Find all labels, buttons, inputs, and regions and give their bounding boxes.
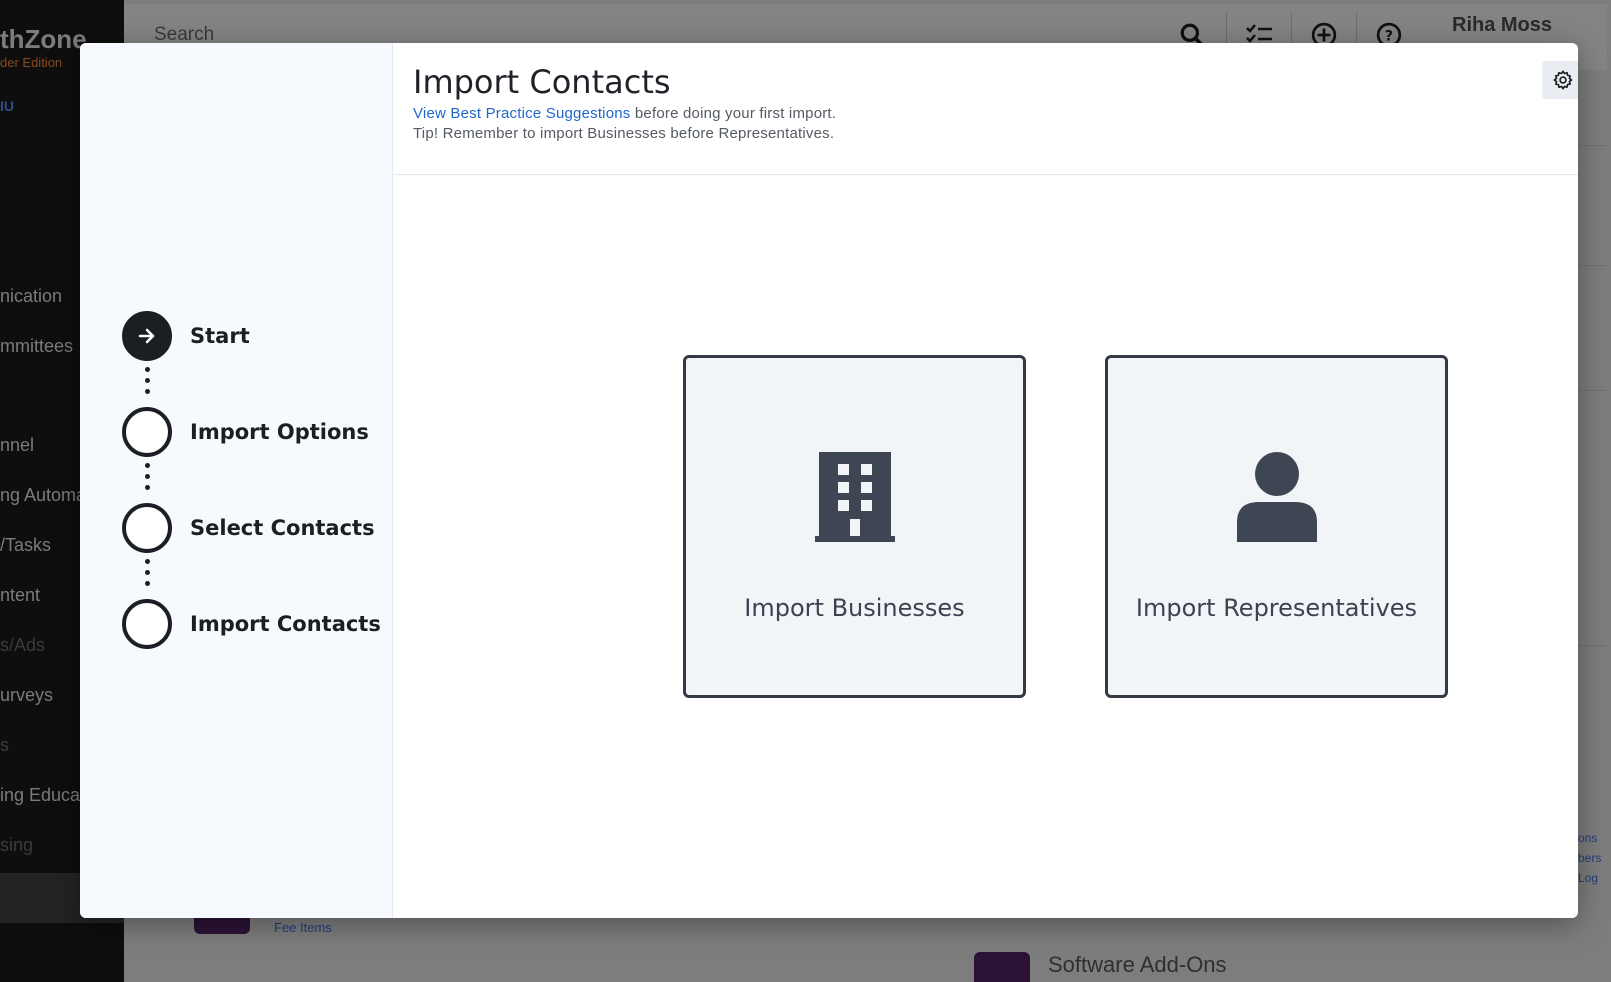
- side-link[interactable]: Log: [1578, 868, 1601, 888]
- step-circle-icon: [122, 503, 172, 553]
- sidebar-item[interactable]: nication: [0, 286, 62, 307]
- step-label: Start: [190, 324, 250, 348]
- steps-panel: Start Import Options Select Contacts Imp…: [80, 43, 393, 918]
- divider: [1578, 645, 1606, 646]
- sidebar-item[interactable]: sing: [0, 835, 33, 856]
- import-businesses-button[interactable]: Import Businesses: [683, 355, 1026, 698]
- app-logo: thZone: [0, 24, 87, 54]
- import-representatives-button[interactable]: Import Representatives: [1105, 355, 1448, 698]
- step-label: Select Contacts: [190, 516, 375, 540]
- import-businesses-label: Import Businesses: [744, 594, 965, 622]
- step-circle-icon: [122, 599, 172, 649]
- divider: [1578, 145, 1606, 146]
- user-name[interactable]: Riha Moss: [1452, 14, 1552, 37]
- person-icon: [1236, 450, 1317, 547]
- best-practice-link[interactable]: View Best Practice Suggestions: [413, 105, 631, 122]
- sidebar-item[interactable]: /Tasks: [0, 535, 51, 556]
- step-label: Import Contacts: [190, 612, 381, 636]
- sidebar-item[interactable]: ng Automa: [0, 485, 86, 506]
- sidebar-item[interactable]: s: [0, 735, 9, 756]
- modal-header: Import Contacts View Best Practice Sugge…: [394, 43, 1578, 175]
- side-links: ons bers Log: [1578, 828, 1601, 888]
- step-connector: [144, 463, 150, 490]
- sidebar-item[interactable]: ntent: [0, 585, 40, 606]
- side-link[interactable]: ons: [1578, 828, 1601, 848]
- step-connector: [144, 559, 150, 586]
- settings-button[interactable]: [1542, 61, 1578, 99]
- sidebar-item[interactable]: nnel: [0, 435, 34, 456]
- step-import-options: Import Options: [122, 407, 369, 457]
- modal-content: Import Contacts View Best Practice Sugge…: [394, 43, 1578, 918]
- step-start: Start: [122, 311, 250, 361]
- software-addons-title: Software Add-Ons: [1048, 952, 1227, 977]
- divider: [1578, 265, 1606, 266]
- step-circle-icon: [122, 407, 172, 457]
- gear-icon: [1553, 70, 1573, 90]
- divider: [1578, 390, 1606, 391]
- import-tip: Tip! Remember to import Businesses befor…: [413, 125, 835, 142]
- step-select-contacts: Select Contacts: [122, 503, 375, 553]
- side-link[interactable]: bers: [1578, 848, 1601, 868]
- best-practice-line: View Best Practice Suggestions before do…: [413, 105, 836, 122]
- building-icon: [814, 450, 895, 547]
- fee-items-link[interactable]: Fee Items: [274, 920, 332, 935]
- step-import-contacts: Import Contacts: [122, 599, 381, 649]
- arrow-right-icon: [122, 311, 172, 361]
- best-practice-suffix: before doing your first import.: [630, 105, 837, 122]
- import-representatives-label: Import Representatives: [1135, 594, 1418, 622]
- sidebar-item[interactable]: urveys: [0, 685, 53, 706]
- import-contacts-modal: Start Import Options Select Contacts Imp…: [80, 43, 1578, 918]
- sidebar-item[interactable]: s/Ads: [0, 635, 45, 656]
- download-icon: [974, 952, 1030, 982]
- step-label: Import Options: [190, 420, 369, 444]
- app-logo-subtitle: der Edition: [0, 55, 63, 70]
- step-connector: [144, 367, 150, 394]
- sidebar-item[interactable]: ing Educat: [0, 785, 85, 806]
- sidebar-item[interactable]: mmittees: [0, 336, 73, 357]
- menu-label: IU: [0, 98, 14, 114]
- modal-title: Import Contacts: [413, 63, 671, 101]
